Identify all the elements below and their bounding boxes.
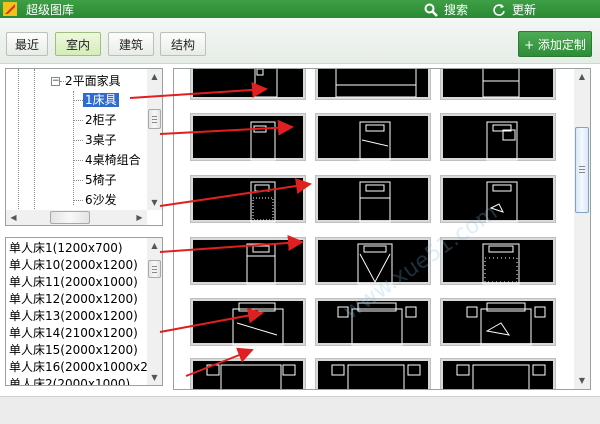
tree-vertical-scrollbar[interactable]: ▲ ▼ [147, 69, 162, 210]
tree-item-tables[interactable]: 3桌子 [85, 131, 117, 149]
bed-drawing [359, 181, 391, 223]
tree-item-flat-furniture[interactable]: 2平面家具 [65, 72, 121, 90]
tree-item-label: 1床具 [83, 93, 119, 107]
search-icon [424, 3, 438, 17]
bed-thumbnail[interactable] [441, 359, 555, 389]
scroll-thumb[interactable] [148, 260, 161, 278]
tree-item-beds[interactable]: 1床具 [83, 91, 119, 109]
list-item[interactable]: 单人床13(2000x1200) [9, 308, 138, 325]
scroll-down-arrow-icon[interactable]: ▼ [147, 370, 162, 385]
bed-thumbnail[interactable] [191, 238, 305, 285]
scroll-right-arrow-icon[interactable]: ▶ [132, 210, 147, 225]
list-item[interactable]: 单人床15(2000x1200) [9, 342, 138, 359]
list-item[interactable]: 单人床16(2000x1000x2) [9, 359, 153, 376]
bed-drawing [254, 69, 278, 98]
bed-drawing [250, 121, 276, 161]
bed-thumbnail[interactable] [191, 114, 305, 161]
tree-item-label: 3桌子 [85, 133, 117, 147]
bed-drawing [486, 121, 518, 161]
bed-thumbnail[interactable] [316, 176, 430, 223]
bed-thumbnail[interactable] [316, 69, 430, 99]
gallery-vertical-scrollbar[interactable]: ▲ ▼ [574, 69, 590, 389]
item-list[interactable]: 单人床1(1200x700) 单人床10(2000x1200) 单人床11(20… [5, 237, 163, 386]
bed-drawing [359, 121, 391, 161]
bed-thumbnail[interactable] [316, 299, 430, 346]
list-item[interactable]: 单人床1(1200x700) [9, 240, 123, 257]
tree-item-table-chair-sets[interactable]: 4桌椅组合 [85, 151, 141, 169]
tree-item-label: 5椅子 [85, 173, 117, 187]
bed-thumbnail[interactable] [441, 299, 555, 346]
tree-item-label: 6沙发 [85, 193, 117, 207]
bed-thumbnail[interactable] [441, 69, 555, 99]
bed-thumbnail[interactable] [191, 69, 305, 99]
bed-thumbnail[interactable] [441, 114, 555, 161]
bed-drawing [232, 302, 284, 346]
list-item[interactable]: 单人床14(2100x1200) [9, 325, 138, 342]
search-label: 搜索 [444, 3, 469, 17]
tree-item-label: 2平面家具 [65, 74, 121, 88]
tree-item-label: 4桌椅组合 [85, 153, 141, 167]
scroll-thumb[interactable] [575, 127, 589, 213]
toolbar: 最近 室内 建筑 结构 + 添加定制 [0, 18, 600, 64]
bed-drawing [246, 243, 276, 285]
app-logo-icon [3, 2, 17, 16]
bed-drawing [456, 364, 546, 389]
bed-thumbnail[interactable] [441, 176, 555, 223]
bed-thumbnail[interactable] [316, 238, 430, 285]
scroll-left-arrow-icon[interactable]: ◀ [6, 210, 21, 225]
scroll-up-arrow-icon[interactable]: ▲ [574, 69, 590, 84]
bed-thumbnail[interactable] [316, 359, 430, 389]
bed-thumbnail[interactable] [191, 299, 305, 346]
list-vertical-scrollbar[interactable]: ▲ ▼ [147, 238, 162, 385]
title-bar: 超级图库 搜索 更新 [0, 0, 600, 18]
category-tree[interactable]: − 2平面家具 1床具 2柜子 3桌子 4桌椅组合 5椅子 6沙发 ▲ ▼ ◀ … [5, 68, 163, 226]
bed-drawing [335, 69, 417, 98]
list-item[interactable]: 单人床11(2000x1000) [9, 274, 138, 291]
refresh-label: 更新 [512, 3, 537, 17]
bed-drawing [482, 69, 520, 98]
tree-item-label: 2柜子 [85, 113, 117, 127]
scroll-down-arrow-icon[interactable]: ▼ [574, 373, 590, 388]
scroll-thumb[interactable] [148, 109, 161, 129]
bed-thumbnail[interactable] [316, 114, 430, 161]
tab-architecture[interactable]: 建筑 [108, 32, 154, 56]
tree-collapse-toggle[interactable]: − [51, 77, 60, 86]
scroll-up-arrow-icon[interactable]: ▲ [147, 69, 162, 84]
app-title: 超级图库 [26, 3, 75, 17]
scroll-up-arrow-icon[interactable]: ▲ [147, 238, 162, 253]
bed-thumbnail[interactable] [191, 176, 305, 223]
tree-item-sofas[interactable]: 6沙发 [85, 191, 117, 209]
scroll-thumb[interactable] [50, 211, 90, 224]
list-item[interactable]: 单人床2(2000x1000) [9, 376, 130, 385]
bed-drawing [250, 181, 276, 223]
tree-horizontal-scrollbar[interactable]: ◀ ▶ [6, 210, 147, 225]
scroll-down-arrow-icon[interactable]: ▼ [147, 195, 162, 210]
list-item[interactable]: 单人床10(2000x1200) [9, 257, 138, 274]
bed-thumbnail[interactable] [441, 238, 555, 285]
bed-drawing [482, 243, 520, 285]
search-button[interactable]: 搜索 [424, 1, 468, 18]
tab-structure[interactable]: 结构 [160, 32, 206, 56]
bed-drawing [206, 364, 296, 389]
tab-interior[interactable]: 室内 [55, 32, 101, 56]
tab-recent[interactable]: 最近 [6, 32, 48, 56]
add-custom-button[interactable]: + 添加定制 [518, 31, 592, 57]
thumbnail-gallery: ▲ ▼ [173, 68, 591, 390]
tree-item-chairs[interactable]: 5椅子 [85, 171, 117, 189]
status-bar [0, 396, 600, 424]
refresh-button[interactable]: 更新 [492, 1, 536, 18]
tree-item-cabinets[interactable]: 2柜子 [85, 111, 117, 129]
bed-drawing [337, 302, 417, 346]
bed-drawing [331, 364, 421, 389]
bed-drawing [486, 181, 518, 223]
bed-drawing [357, 243, 393, 285]
bed-drawing [466, 302, 546, 346]
refresh-icon [493, 3, 505, 16]
list-item[interactable]: 单人床12(2000x1200) [9, 291, 138, 308]
bed-thumbnail[interactable] [191, 359, 305, 389]
